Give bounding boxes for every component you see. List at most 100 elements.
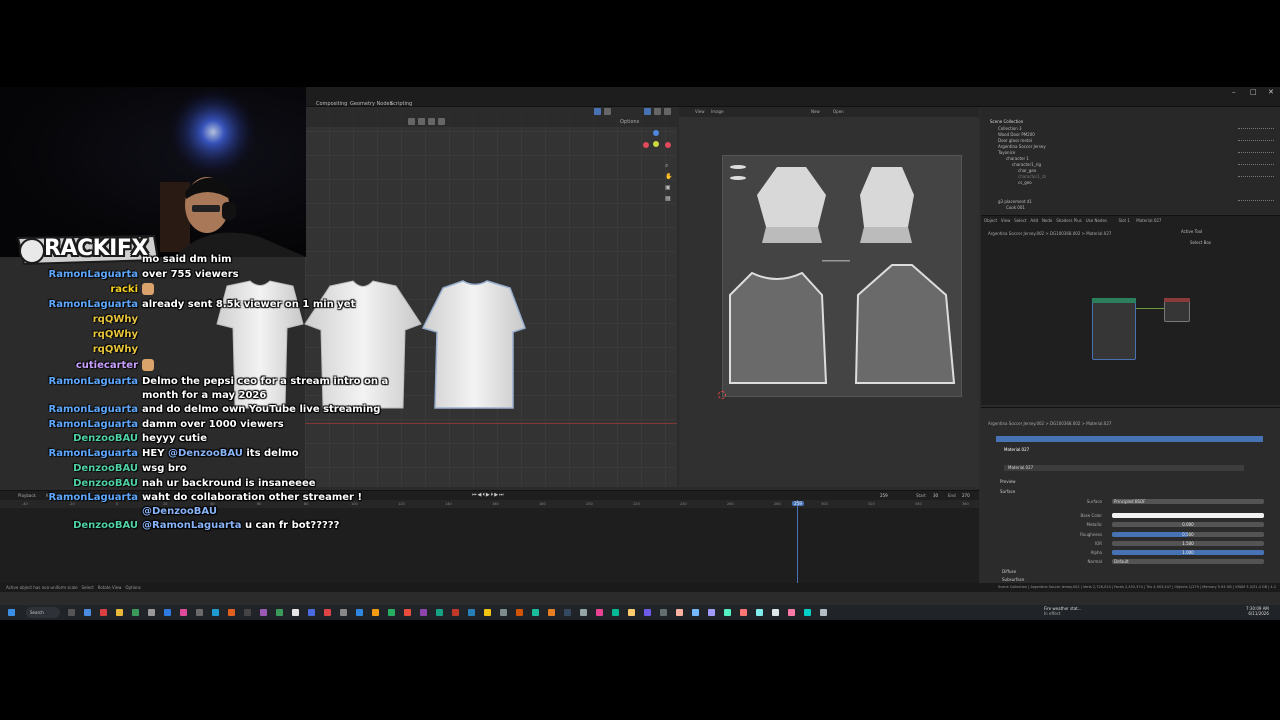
chat-username[interactable]: RamonLaguarta: [0, 268, 142, 282]
pan-hand-icon[interactable]: ✋: [665, 173, 672, 180]
taskbar-app-icon[interactable]: [340, 609, 347, 616]
gizmo-y-axis[interactable]: [653, 141, 659, 147]
uv-view-menu[interactable]: View: [695, 109, 705, 114]
taskbar-app-icon[interactable]: [516, 609, 523, 616]
taskbar-app-icon[interactable]: [628, 609, 635, 616]
property-field[interactable]: [1112, 559, 1264, 564]
taskbar-app-icon[interactable]: [468, 609, 475, 616]
maximize-icon[interactable]: □: [1250, 88, 1257, 96]
2d-cursor-icon[interactable]: [718, 391, 726, 399]
node-menu-shaders-plus[interactable]: Shaders Plus: [1056, 218, 1082, 223]
subsurface-section[interactable]: Subsurface: [1002, 577, 1024, 582]
render-shading-icon[interactable]: [664, 108, 671, 115]
taskbar-app-icon[interactable]: [756, 609, 763, 616]
outliner-row[interactable]: Door glass metal: [998, 138, 1032, 143]
uv-open-button[interactable]: Open: [833, 109, 844, 114]
pivot-icon[interactable]: [428, 118, 435, 125]
taskbar-app-icon[interactable]: [676, 609, 683, 616]
taskbar-app-icon[interactable]: [228, 609, 235, 616]
visibility-icons[interactable]: [1238, 176, 1274, 180]
principled-bsdf-node[interactable]: [1092, 298, 1136, 360]
solid-shading-icon[interactable]: [644, 108, 651, 115]
taskbar-app-icon[interactable]: [100, 609, 107, 616]
taskbar-clock[interactable]: 7:30:09 AM 6/11/2026: [1246, 606, 1269, 616]
chat-username[interactable]: rqQWhy: [0, 343, 142, 357]
taskbar-app-icon[interactable]: [532, 609, 539, 616]
taskbar-app-icon[interactable]: [500, 609, 507, 616]
slot-dropdown[interactable]: Slot 1: [1118, 218, 1129, 223]
start-frame-field[interactable]: 30: [933, 493, 938, 498]
select-mode-icon[interactable]: [408, 118, 415, 125]
chat-username[interactable]: cutiecarter: [0, 359, 142, 373]
taskbar-app-icon[interactable]: [292, 609, 299, 616]
end-frame-field[interactable]: 270: [962, 493, 970, 498]
outliner-row[interactable]: character1_rb: [1018, 174, 1046, 179]
select-box-tool[interactable]: Select Box: [1190, 240, 1211, 245]
material-slot-selected[interactable]: Material.027: [996, 436, 1263, 452]
node-menu-node[interactable]: Node: [1042, 218, 1052, 223]
use-nodes-checkbox[interactable]: Use Nodes: [1086, 218, 1107, 223]
camera-icon[interactable]: ▣: [665, 184, 671, 191]
chat-username[interactable]: RamonLaguarta: [0, 375, 142, 389]
taskbar-app-icon[interactable]: [68, 609, 75, 616]
taskbar-app-icon[interactable]: [548, 609, 555, 616]
visibility-icons[interactable]: [1238, 152, 1274, 156]
node-menu-view[interactable]: View: [1001, 218, 1011, 223]
node-menu-select[interactable]: Select: [1014, 218, 1026, 223]
taskbar-app-icon[interactable]: [644, 609, 651, 616]
start-icon[interactable]: [8, 609, 15, 616]
viewport-options[interactable]: Options: [620, 119, 639, 125]
taskbar-app-icon[interactable]: [404, 609, 411, 616]
node-menu-add[interactable]: Add: [1030, 218, 1038, 223]
taskbar-app-icon[interactable]: [452, 609, 459, 616]
taskbar-app-icon[interactable]: [788, 609, 795, 616]
snap-icon[interactable]: [438, 118, 445, 125]
playhead[interactable]: [797, 500, 798, 584]
taskbar-app-icon[interactable]: [436, 609, 443, 616]
outliner-row[interactable]: Tayonice: [998, 150, 1015, 155]
taskbar-app-icon[interactable]: [260, 609, 267, 616]
gizmo-x-axis[interactable]: [643, 142, 649, 148]
outliner-row[interactable]: g3 placement d1: [998, 199, 1032, 204]
taskbar-app-icon[interactable]: [324, 609, 331, 616]
chat-username[interactable]: RamonLaguarta: [0, 491, 142, 505]
chat-username[interactable]: DenzooBAU: [0, 519, 142, 533]
outliner-row[interactable]: Wood Door PM200: [998, 132, 1035, 137]
taskbar-app-icon[interactable]: [164, 609, 171, 616]
taskbar-app-icon[interactable]: [484, 609, 491, 616]
current-frame-field[interactable]: 259: [880, 493, 888, 498]
outliner-row[interactable]: Collection 3: [998, 126, 1022, 131]
uv-image-menu[interactable]: Image: [711, 109, 724, 114]
overlay-icon[interactable]: [594, 108, 601, 115]
playhead-frame[interactable]: 259: [792, 501, 804, 506]
node-menu-object[interactable]: Object: [984, 218, 997, 223]
property-field[interactable]: [1112, 513, 1264, 518]
chat-username[interactable]: rqQWhy: [0, 328, 142, 342]
chat-username[interactable]: RamonLaguarta: [0, 418, 142, 432]
outliner-row[interactable]: character1_rig: [1012, 162, 1041, 167]
material-shading-icon[interactable]: [654, 108, 661, 115]
chat-username[interactable]: DenzooBAU: [0, 462, 142, 476]
taskbar-app-icon[interactable]: [212, 609, 219, 616]
taskbar-app-icon[interactable]: [132, 609, 139, 616]
visibility-icons[interactable]: [1238, 200, 1274, 204]
visibility-icons[interactable]: [1238, 140, 1274, 144]
chat-username[interactable]: RamonLaguarta: [0, 298, 142, 312]
shirt-side[interactable]: [421, 280, 526, 409]
taskbar-app-icon[interactable]: [388, 609, 395, 616]
taskbar-app-icon[interactable]: [596, 609, 603, 616]
taskbar-app-icon[interactable]: [692, 609, 699, 616]
taskbar-app-icon[interactable]: [276, 609, 283, 616]
uv-new-button[interactable]: New: [811, 109, 820, 114]
outliner-row[interactable]: Argentina Soccer Jersey: [998, 144, 1046, 149]
chat-username[interactable]: rqQWhy: [0, 313, 142, 327]
minimize-icon[interactable]: –: [1232, 88, 1236, 96]
outliner-row[interactable]: cs_geo: [1018, 180, 1032, 185]
zoom-icon[interactable]: ⌕: [665, 162, 668, 170]
chat-username[interactable]: DenzooBAU: [0, 477, 142, 491]
taskbar-app-icon[interactable]: [740, 609, 747, 616]
taskbar-app-icon[interactable]: [820, 609, 827, 616]
chat-username[interactable]: DenzooBAU: [0, 432, 142, 446]
preview-section[interactable]: Preview: [1000, 479, 1016, 484]
taskbar-search[interactable]: Search: [26, 607, 60, 618]
